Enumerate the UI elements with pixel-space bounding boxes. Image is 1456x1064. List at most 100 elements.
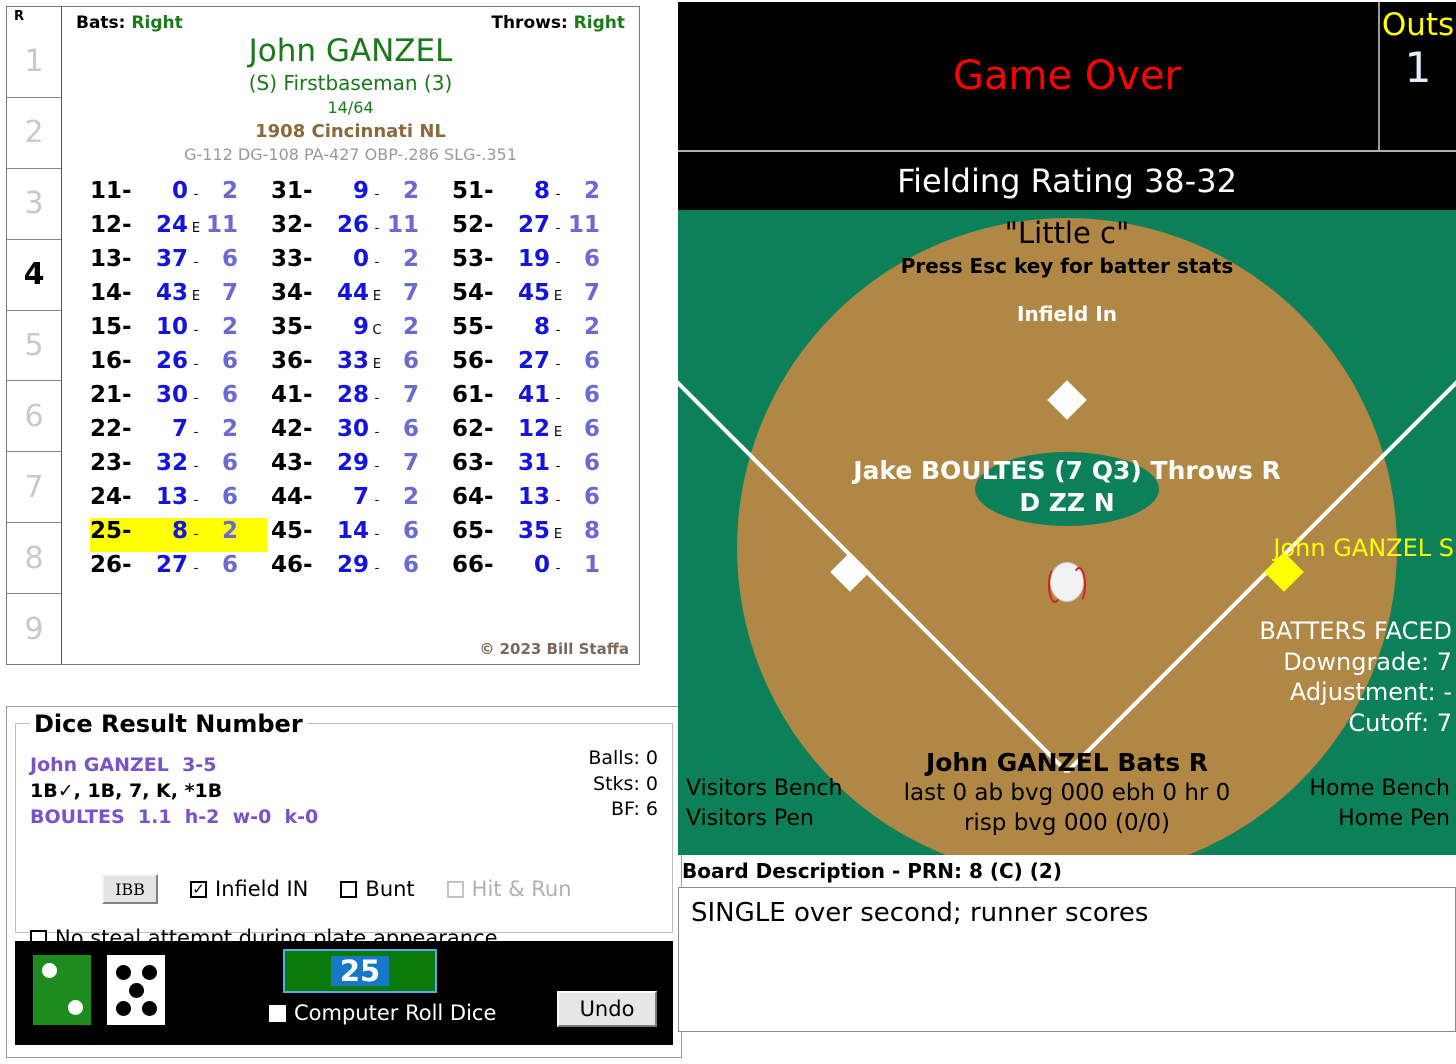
dice-chart-flag: - xyxy=(193,254,199,270)
pitcher-label[interactable]: Jake BOULTES (7 Q3) Throws R xyxy=(678,456,1456,485)
inning-cell-9[interactable]: 9 xyxy=(7,594,61,664)
dice-chart-row-32: 32- 26-11 xyxy=(271,212,448,246)
inning-cell-1[interactable]: 1 xyxy=(7,27,61,98)
dice-chart-sub: 2 xyxy=(221,313,238,340)
dice-chart-row-12: 12- 24 E 11 xyxy=(90,212,267,246)
dice-chart-sub: 7 xyxy=(402,449,419,476)
batter-team: 1908 Cincinnati NL xyxy=(255,120,446,142)
computer-roll-checkbox-box[interactable] xyxy=(269,1004,286,1022)
dice-chart-row-56: 56- 27- 6 xyxy=(452,348,629,382)
dice-chart-row-14: 14- 43 E 7 xyxy=(90,280,267,314)
inning-cell-2[interactable]: 2 xyxy=(7,98,61,169)
dice-chart-result: 35 xyxy=(517,517,550,544)
dice-chart-result: 8 xyxy=(533,313,550,340)
dice-chart-sub: 6 xyxy=(583,449,600,476)
dice-chart-flag: E xyxy=(553,288,563,304)
home-pen-button[interactable]: Home Pen xyxy=(1338,806,1450,831)
dice-chart-key: 26- xyxy=(90,551,132,578)
dice-chart-flag: - xyxy=(193,458,199,474)
dice-chart-row-62: 62- 12 E 6 xyxy=(452,416,629,450)
dice-chart-sub: 2 xyxy=(221,415,238,442)
dice-chart-sub: 6 xyxy=(221,449,238,476)
dice-chart-result: 30 xyxy=(336,415,369,442)
ballpark-name: "Little c" xyxy=(1004,216,1130,250)
dice-chart-flag: - xyxy=(193,186,199,202)
dice-chart-result: 41 xyxy=(517,381,550,408)
inning-cell-6[interactable]: 6 xyxy=(7,381,61,453)
game-status-text: Game Over xyxy=(952,53,1181,99)
batter-label[interactable]: John GANZEL Bats R xyxy=(678,748,1456,777)
checkbox-bunt[interactable]: Bunt xyxy=(340,877,415,901)
inning-cell-7[interactable]: 7 xyxy=(7,452,61,524)
runner-on-first-label[interactable]: John GANZEL S xyxy=(1273,534,1454,562)
dice-chart-sub: 6 xyxy=(583,245,600,272)
checkbox-box[interactable] xyxy=(340,880,358,898)
dice-chart-key: 24- xyxy=(90,483,132,510)
dice-chart-sub: 8 xyxy=(583,517,600,544)
dice-chart-key: 14- xyxy=(90,279,132,306)
dice-chart-sub: 1 xyxy=(583,551,600,578)
checkbox-label: Hit & Run xyxy=(471,877,572,901)
dice-chart-result: 28 xyxy=(336,381,369,408)
visitors-bench-button[interactable]: Visitors Bench xyxy=(686,776,842,801)
dice-chart-flag: E xyxy=(191,220,201,236)
baseball-field[interactable]: "Little c" Press Esc key for batter stat… xyxy=(678,210,1456,855)
checkbox-box[interactable]: ✓ xyxy=(190,880,207,898)
bats-group: Bats: Right xyxy=(76,13,183,33)
inning-cell-4[interactable]: 4 xyxy=(7,240,61,311)
inning-runs-column: R 123456789 xyxy=(7,7,62,664)
dice-chart-flag: - xyxy=(555,560,561,576)
computer-roll-dice-checkbox[interactable]: Computer Roll Dice xyxy=(269,1001,496,1025)
dice-chart-sub: 11 xyxy=(567,211,600,238)
dice-chart-key: 43- xyxy=(271,449,313,476)
dice-chart-key: 65- xyxy=(452,517,494,544)
outs-panel: Outs 1 xyxy=(1378,2,1456,150)
undo-button[interactable]: Undo xyxy=(557,991,657,1027)
roll-number-display[interactable]: 25 xyxy=(283,949,437,993)
dice-chart-sub: 6 xyxy=(402,347,419,374)
ibb-button[interactable]: IBB xyxy=(102,874,158,904)
dice-chart-flag: - xyxy=(555,322,561,338)
green-die[interactable] xyxy=(33,955,91,1025)
dice-chart-key: 54- xyxy=(452,279,494,306)
white-die[interactable] xyxy=(107,955,165,1025)
dice-chart-result: 31 xyxy=(517,449,550,476)
checkbox-hit-run: Hit & Run xyxy=(446,877,572,901)
dice-chart-row-46: 46- 29- 6 xyxy=(271,552,448,586)
bats-throws-row: Bats: Right Throws: Right xyxy=(72,11,629,33)
dice-chart-flag: - xyxy=(555,492,561,508)
dice-chart-column-3: 51- 8-2 52- 27-11 53- 19-6 54- 45 E 7 55- 8-2 56- 27-… xyxy=(452,178,629,586)
checkbox-infield-in[interactable]: ✓ Infield IN xyxy=(190,877,308,901)
outs-label: Outs xyxy=(1381,7,1455,43)
dice-chart-flag: C xyxy=(372,322,382,338)
inning-cell-3[interactable]: 3 xyxy=(7,169,61,240)
checkbox-label: Infield IN xyxy=(215,877,309,901)
dice-chart-sub: 2 xyxy=(402,483,419,510)
die-pip xyxy=(129,983,144,998)
visitors-pen-button[interactable]: Visitors Pen xyxy=(686,806,814,831)
dice-chart-flag: E xyxy=(553,424,563,440)
dice-chart-flag: - xyxy=(193,560,199,576)
dice-chart-flag: - xyxy=(374,492,380,508)
dice-chart-result: 32 xyxy=(155,449,188,476)
dice-chart-key: 55- xyxy=(452,313,494,340)
dice-chart-row-31: 31- 9- 2 xyxy=(271,178,448,212)
board-description-text: SINGLE over second; runner scores xyxy=(678,887,1456,1032)
dice-chart-key: 15- xyxy=(90,313,132,340)
inning-cell-8[interactable]: 8 xyxy=(7,523,61,595)
home-bench-button[interactable]: Home Bench xyxy=(1309,776,1450,801)
batter-card-number: 14/64 xyxy=(327,97,374,117)
dice-chart-key: 61- xyxy=(452,381,494,408)
strategy-checkboxes: ✓ Infield IN Bunt Hit & Run xyxy=(158,877,572,901)
dice-chart-row-55: 55- 8- 2 xyxy=(452,314,629,348)
dice-chart-result: 43 xyxy=(155,279,188,306)
dice-chart-row-63: 63- 31- 6 xyxy=(452,450,629,484)
throws-label: Throws: xyxy=(491,13,568,33)
batters-faced-downgrade: Downgrade: 7 xyxy=(1283,647,1452,676)
dice-chart-flag: - xyxy=(374,560,380,576)
dice-chart-row-45: 45- 14- 6 xyxy=(271,518,448,552)
dice-chart-column-1: 11- 0-2 12- 24 E 11 13- 37-6 14- 43 E 7 15- 10-2 16- 26… xyxy=(90,178,267,586)
dice-chart-sub: 7 xyxy=(402,279,419,306)
dice-chart-result: 8 xyxy=(171,517,188,544)
inning-cell-5[interactable]: 5 xyxy=(7,311,61,382)
